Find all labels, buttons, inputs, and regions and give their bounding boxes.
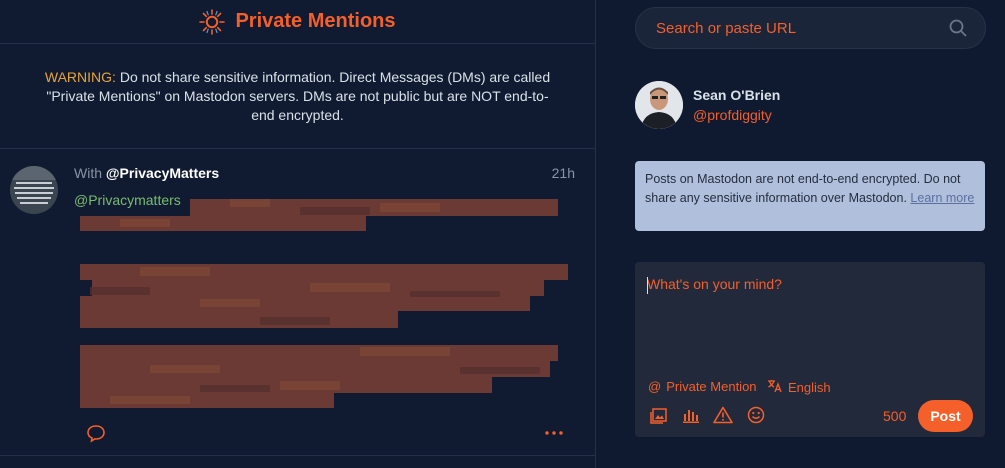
media-upload-icon[interactable] xyxy=(649,405,669,425)
search-input[interactable] xyxy=(656,20,936,37)
at-sign-icon: @ xyxy=(648,379,662,394)
character-counter: 500 xyxy=(883,408,907,424)
text-caret xyxy=(647,277,648,294)
more-options-icon[interactable] xyxy=(544,423,564,443)
privacy-label: Private Mention xyxy=(666,379,757,394)
language-label: English xyxy=(788,380,831,395)
language-selector[interactable]: English xyxy=(767,379,831,396)
status-timestamp[interactable]: 21h xyxy=(552,165,575,181)
avatar[interactable] xyxy=(10,166,58,214)
warning-text: Do not share sensitive information. Dire… xyxy=(46,69,551,123)
content-warning-icon[interactable] xyxy=(713,405,733,425)
translate-icon xyxy=(767,379,783,396)
learn-more-link[interactable]: Learn more xyxy=(910,191,974,205)
column-header: Private Mentions xyxy=(0,0,595,44)
pixelated-message-content xyxy=(80,199,568,408)
poll-icon[interactable] xyxy=(681,405,701,425)
search-bar[interactable] xyxy=(635,7,986,49)
privacy-selector[interactable]: @ Private Mention xyxy=(648,379,757,394)
with-prefix: With xyxy=(74,165,102,181)
post-button[interactable]: Post xyxy=(918,400,973,432)
compose-form: @ Private Mention English 500 Post xyxy=(635,262,985,437)
warning-label: WARNING: xyxy=(44,69,116,85)
at-sign-sunburst-icon xyxy=(199,8,226,35)
compose-textarea[interactable] xyxy=(647,276,967,366)
reply-icon[interactable] xyxy=(86,423,106,443)
avatar[interactable] xyxy=(635,81,683,129)
encryption-notice: Posts on Mastodon are not end-to-end enc… xyxy=(635,161,985,231)
status-item[interactable]: With @PrivacyMatters 21h @Privacymatters xyxy=(0,149,595,456)
dm-warning-message: WARNING: Do not share sensitive informat… xyxy=(0,44,595,149)
account-handle[interactable]: @profdiggity xyxy=(693,107,772,123)
page-title: Private Mentions xyxy=(235,10,396,32)
search-icon[interactable] xyxy=(949,19,967,37)
emoji-icon[interactable] xyxy=(746,405,766,425)
conversation-with: With @PrivacyMatters xyxy=(74,165,219,181)
conversation-user[interactable]: @PrivacyMatters xyxy=(106,165,219,181)
account-display-name[interactable]: Sean O'Brien xyxy=(693,87,780,103)
private-mentions-column: Private Mentions WARNING: Do not share s… xyxy=(0,0,596,468)
